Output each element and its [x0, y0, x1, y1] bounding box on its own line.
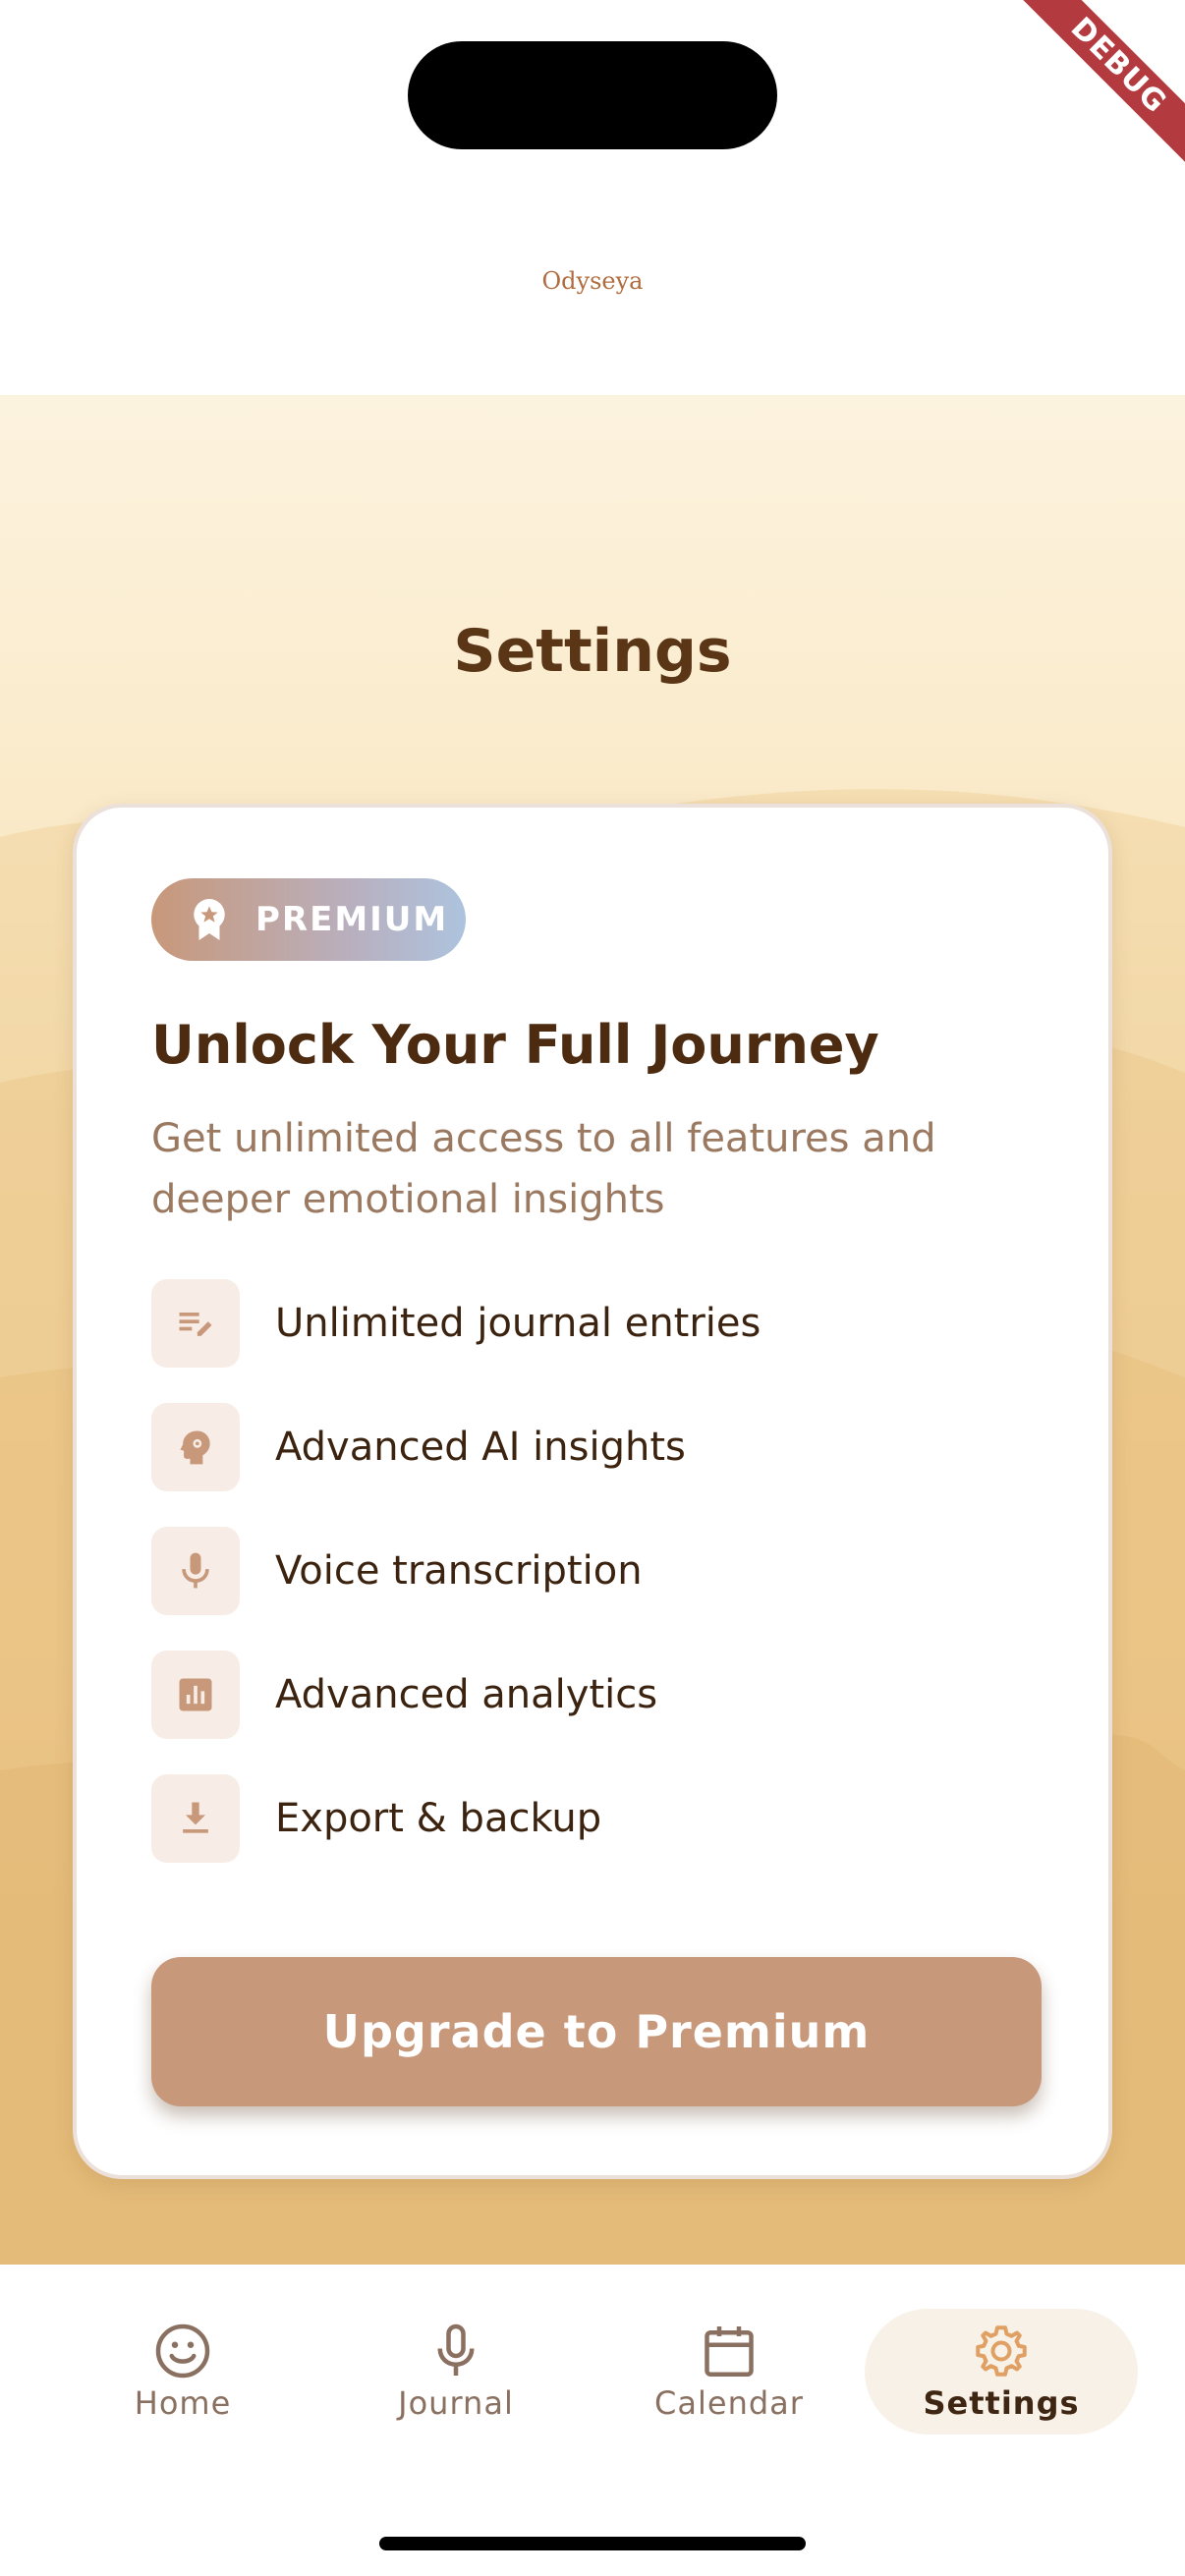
psychology-icon — [180, 1430, 210, 1465]
award-icon — [194, 899, 225, 940]
debug-banner: DEBUG — [988, 0, 1185, 196]
feature-label: Unlimited journal entries — [275, 1301, 762, 1346]
premium-badge: PREMIUM — [151, 878, 466, 961]
premium-card: PREMIUM Unlock Your Full Journey Get unl… — [73, 804, 1112, 2179]
nav-item-calendar[interactable]: Calendar — [649, 2309, 810, 2435]
debug-banner-label: DEBUG — [1013, 0, 1185, 171]
nav-item-home[interactable]: Home — [104, 2309, 261, 2435]
premium-headline: Unlock Your Full Journey — [151, 1014, 879, 1076]
feature-label: Export & backup — [275, 1796, 602, 1841]
feature-item-unlimited-entries: Unlimited journal entries — [151, 1279, 1036, 1368]
page-title: Settings — [453, 617, 732, 686]
nav-item-settings[interactable]: Settings — [865, 2309, 1138, 2435]
nav-label: Calendar — [654, 2384, 804, 2422]
nav-label: Settings — [923, 2384, 1080, 2422]
gear-icon — [976, 2325, 1027, 2377]
dynamic-island — [408, 41, 777, 149]
app-title: Odyseya — [541, 267, 644, 295]
download-icon — [183, 1802, 208, 1833]
bottom-nav: Home Journal Calendar Settings — [0, 2265, 1185, 2576]
nav-label: Home — [134, 2384, 232, 2422]
premium-badge-label: PREMIUM — [255, 900, 449, 939]
home-indicator — [379, 2537, 806, 2550]
feature-item-advanced-analytics: Advanced analytics — [151, 1651, 1036, 1739]
calendar-icon — [705, 2326, 754, 2377]
feature-label: Advanced AI insights — [275, 1425, 686, 1470]
analytics-icon — [179, 1678, 212, 1711]
upgrade-button[interactable]: Upgrade to Premium — [151, 1957, 1042, 2106]
mic-icon — [437, 2324, 475, 2376]
feature-item-ai-insights: Advanced AI insights — [151, 1403, 1036, 1491]
smiley-icon — [155, 2324, 210, 2379]
feature-label: Voice transcription — [275, 1548, 643, 1594]
feature-item-voice-transcription: Voice transcription — [151, 1527, 1036, 1615]
mic-icon — [182, 1552, 209, 1589]
feature-item-export-backup: Export & backup — [151, 1774, 1036, 1863]
edit-note-icon — [179, 1313, 212, 1336]
feature-label: Advanced analytics — [275, 1672, 658, 1717]
nav-label: Journal — [398, 2384, 514, 2422]
nav-item-journal[interactable]: Journal — [377, 2309, 535, 2435]
premium-subtext: Get unlimited access to all features and… — [151, 1116, 936, 1222]
